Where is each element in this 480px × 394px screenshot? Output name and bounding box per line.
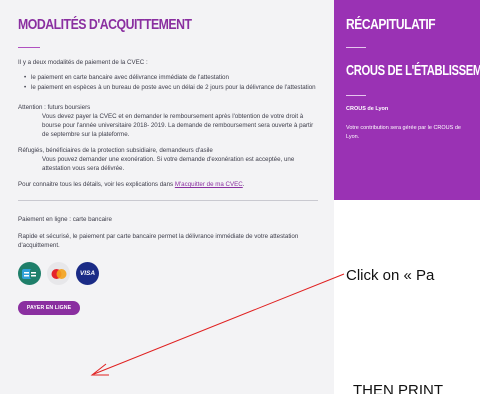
- refugees-label: Réfugiés, bénéficiaires de la protection…: [18, 147, 213, 154]
- click-instruction-note: Click on « Pa: [346, 267, 435, 284]
- print-instruction-note: THEN PRINT: [353, 382, 443, 394]
- contribution-text-continued: Lyon.: [346, 134, 360, 140]
- pay-online-button[interactable]: PAYER EN LIGNE: [18, 301, 80, 315]
- attention-text: Vous devez payer la CVEC et en demander …: [42, 113, 314, 138]
- payment-methods-list: le paiement en carte bancaire avec déliv…: [24, 73, 316, 93]
- visa-card-icon: VISA: [76, 262, 99, 285]
- list-item: le paiement en espèces à un bureau de po…: [24, 83, 316, 93]
- crous-name: CROUS de Lyon: [346, 106, 389, 112]
- cvec-details-link[interactable]: M'acquitter de ma CVEC: [175, 181, 243, 188]
- payment-methods-panel: MODALITÉS D'ACQUITTEMENT Il y a deux mod…: [0, 0, 334, 394]
- title-rule: [18, 47, 40, 48]
- summary-rule: [346, 47, 366, 48]
- online-payment-text: Rapide et sécurisé, le paiement par cart…: [18, 233, 299, 249]
- mastercard-icon: [47, 262, 70, 285]
- crous-section-title: CROUS DE L'ÉTABLISSEMENT: [346, 62, 480, 79]
- online-payment-title: Paiement en ligne : carte bancaire: [18, 216, 112, 223]
- details-prefix: Pour connaitre tous les détails, voir le…: [18, 181, 175, 188]
- cb-card-icon: [18, 262, 41, 285]
- refugees-text: Vous pouvez demander une exonération. Si…: [42, 156, 295, 172]
- list-item: le paiement en carte bancaire avec déliv…: [24, 73, 316, 83]
- details-suffix: .: [242, 181, 245, 188]
- summary-title: RÉCAPITULATIF: [346, 16, 436, 33]
- attention-label: Attention : futurs boursiers: [18, 104, 91, 111]
- payment-methods-title: MODALITÉS D'ACQUITTEMENT: [18, 16, 192, 33]
- section-divider: [18, 200, 318, 201]
- intro-text: Il y a deux modalités de paiement de la …: [18, 59, 148, 66]
- card-logos: VISA: [18, 262, 316, 285]
- crous-rule: [346, 95, 366, 96]
- contribution-text: Votre contribution sera gérée par le CRO…: [346, 125, 461, 131]
- summary-panel: RÉCAPITULATIF CROUS DE L'ÉTABLISSEMENT C…: [334, 0, 480, 200]
- details-text: Pour connaitre tous les détails, voir le…: [18, 180, 316, 189]
